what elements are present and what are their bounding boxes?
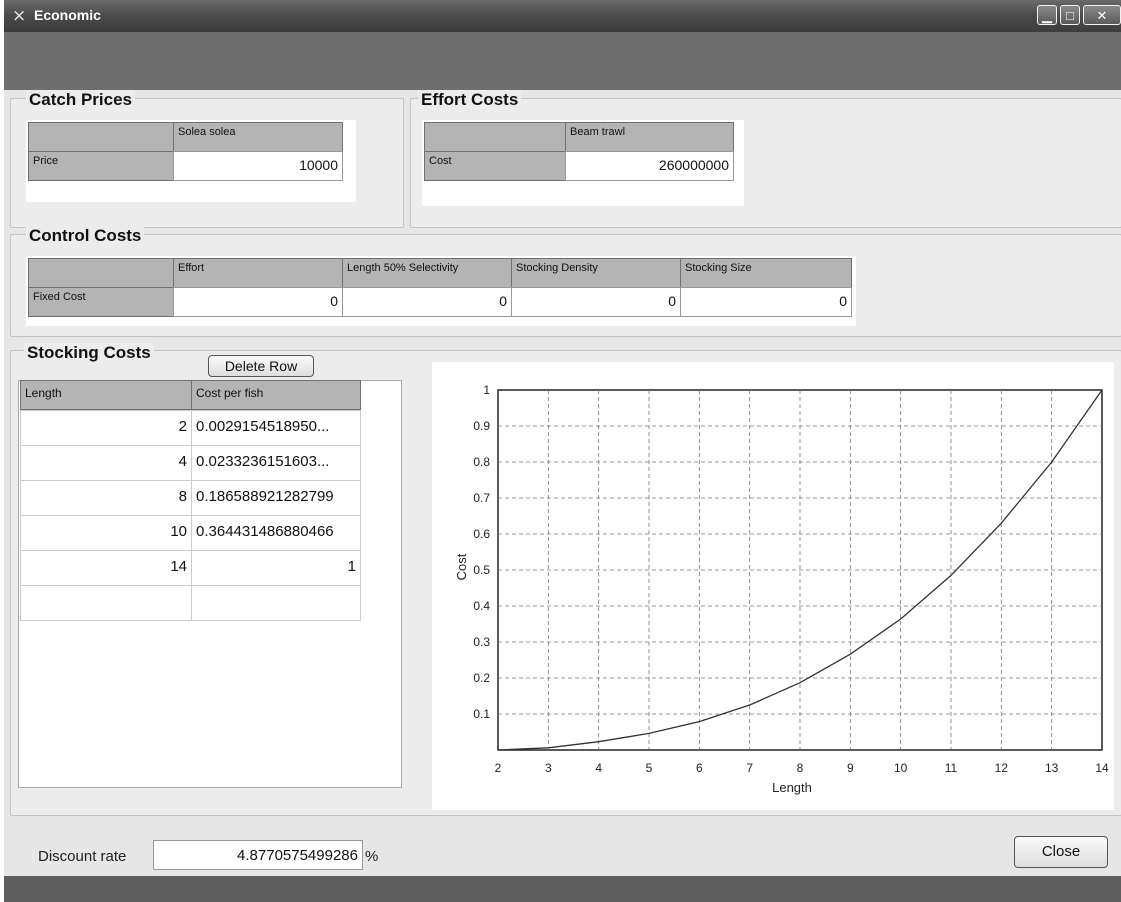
chart-x-tick-label: 6 [696, 761, 703, 775]
chart-y-tick-label: 0.1 [473, 707, 490, 721]
chart-y-tick-label: 0.6 [473, 527, 490, 541]
stocking-cost-chart: 2 3 4 5 6 7 8 9 10 11 12 13 14 0.1 0.2 0.3 0.4 0.5 0.6 0.7 0… [432, 362, 1114, 810]
chart-y-tick-label: 0.8 [473, 455, 490, 469]
discount-rate-unit: % [365, 848, 379, 865]
chart-x-tick-label: 2 [495, 761, 502, 775]
maximize-button[interactable]: □ [1060, 5, 1080, 25]
stocking-costs-title: Stocking Costs [24, 343, 154, 363]
control-cost-selectivity-cell[interactable]: 0 [342, 287, 512, 317]
chart-x-tick-label: 10 [894, 761, 908, 775]
effort-costs-corner [424, 122, 566, 152]
stocking-row-length-cell[interactable]: 2 [20, 410, 192, 446]
chart-x-tick-label: 9 [847, 761, 854, 775]
catch-prices-row-header: Price [28, 151, 174, 181]
economic-window: ⨯ Economic ▁ □ ✕ Catch Prices Solea sole… [4, 0, 1121, 902]
effort-costs-row-header: Cost [424, 151, 566, 181]
catch-prices-column-header[interactable]: Solea solea [173, 122, 343, 152]
close-button[interactable]: Close [1014, 836, 1108, 868]
stocking-row-cost-cell[interactable]: 0.0029154518950... [191, 410, 361, 446]
chart-y-tick-label: 0.9 [473, 419, 490, 433]
chart-canvas: 2 3 4 5 6 7 8 9 10 11 12 13 14 0.1 0.2 0.3 0.4 0.5 0.6 0.7 0… [454, 383, 1109, 795]
chart-x-tick-label: 12 [995, 761, 1009, 775]
control-cost-effort-cell[interactable]: 0 [173, 287, 343, 317]
chart-y-tick-label: 0.2 [473, 671, 490, 685]
control-cost-density-cell[interactable]: 0 [511, 287, 681, 317]
catch-prices-title: Catch Prices [26, 90, 135, 110]
chart-x-tick-label: 11 [945, 761, 958, 775]
minimize-button[interactable]: ▁ [1037, 5, 1057, 25]
control-cost-size-cell[interactable]: 0 [680, 287, 852, 317]
app-icon: ⨯ [12, 6, 27, 26]
status-band [4, 876, 1121, 902]
menu-band [4, 32, 1121, 90]
stocking-row-length-cell[interactable]: 4 [20, 445, 192, 481]
control-col-effort[interactable]: Effort [173, 258, 343, 288]
stocking-row-cost-cell[interactable] [191, 585, 361, 621]
close-icon: ✕ [1096, 8, 1108, 23]
catch-price-cell[interactable]: 10000 [173, 151, 343, 181]
maximize-icon: □ [1066, 8, 1074, 23]
stocking-row-cost-cell[interactable]: 1 [191, 550, 361, 586]
chart-y-tick-label: 1 [483, 383, 490, 397]
window-title: Economic [34, 7, 101, 23]
delete-row-button[interactable]: Delete Row [208, 355, 314, 377]
control-col-stocking-size[interactable]: Stocking Size [680, 258, 852, 288]
discount-rate-input[interactable]: 4.8770575499286 [153, 840, 363, 870]
chart-y-tick-label: 0.7 [473, 491, 490, 505]
chart-y-axis-label: Cost [454, 553, 469, 580]
chart-x-tick-label: 5 [646, 761, 653, 775]
control-col-length-selectivity[interactable]: Length 50% Selectivity [342, 258, 512, 288]
stocking-row-cost-cell[interactable]: 0.0233236151603... [191, 445, 361, 481]
stocking-row-length-cell[interactable]: 8 [20, 480, 192, 516]
stocking-col-length[interactable]: Length [20, 380, 192, 410]
stocking-col-cost[interactable]: Cost per fish [191, 380, 361, 410]
stocking-row-length-cell[interactable]: 10 [20, 515, 192, 551]
chart-x-tick-label: 4 [595, 761, 602, 775]
control-costs-row-header: Fixed Cost [28, 287, 174, 317]
control-costs-corner [28, 258, 174, 288]
chart-x-tick-label: 13 [1045, 761, 1059, 775]
chart-x-tick-label: 8 [797, 761, 804, 775]
stocking-row-cost-cell[interactable]: 0.186588921282799 [191, 480, 361, 516]
control-costs-title: Control Costs [26, 226, 145, 246]
control-col-stocking-density[interactable]: Stocking Density [511, 258, 681, 288]
effort-costs-title: Effort Costs [418, 90, 522, 110]
minimize-icon: ▁ [1042, 8, 1052, 23]
stocking-row-length-cell[interactable] [20, 585, 192, 621]
chart-x-axis-label: Length [772, 780, 812, 795]
chart-x-tick-label: 7 [746, 761, 753, 775]
stocking-row-cost-cell[interactable]: 0.364431486880466 [191, 515, 361, 551]
chart-y-tick-label: 0.4 [473, 599, 490, 613]
close-window-button[interactable]: ✕ [1083, 5, 1121, 25]
effort-cost-cell[interactable]: 260000000 [565, 151, 734, 181]
chart-y-tick-label: 0.3 [473, 635, 490, 649]
stocking-row-length-cell[interactable]: 14 [20, 550, 192, 586]
chart-x-tick-label: 3 [545, 761, 552, 775]
effort-costs-column-header[interactable]: Beam trawl [565, 122, 734, 152]
title-bar[interactable]: ⨯ Economic ▁ □ ✕ [4, 0, 1121, 32]
discount-rate-label: Discount rate [38, 848, 127, 865]
catch-prices-corner [28, 122, 174, 152]
chart-y-tick-label: 0.5 [473, 563, 490, 577]
chart-x-tick-label: 14 [1095, 761, 1109, 775]
